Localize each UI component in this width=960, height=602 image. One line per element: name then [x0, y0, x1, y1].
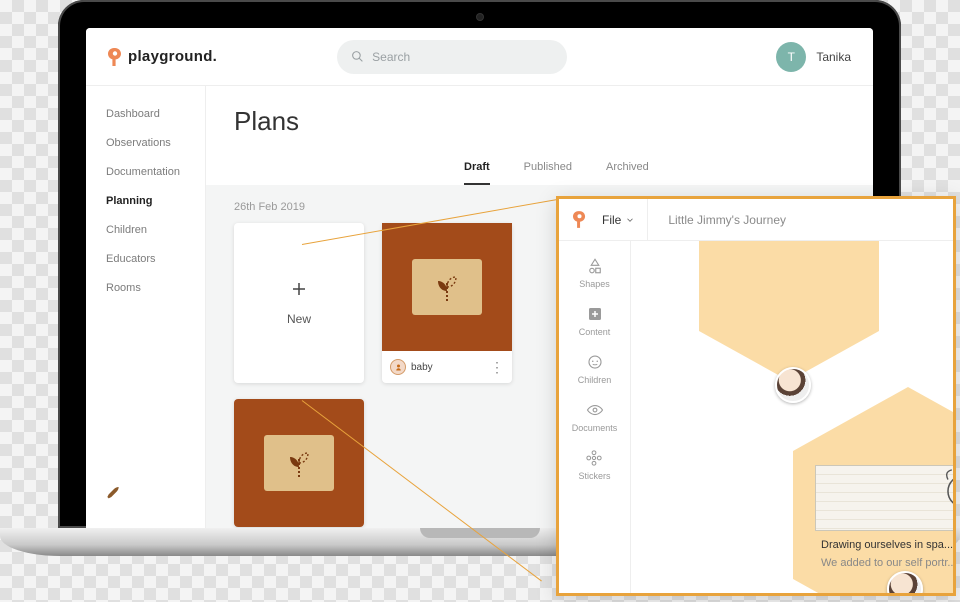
- search-input[interactable]: Search: [337, 40, 567, 74]
- brand-logo[interactable]: playground.: [108, 48, 217, 66]
- file-menu-label: File: [602, 213, 621, 227]
- plan-thumbnail: [234, 399, 364, 527]
- new-plan-card[interactable]: New: [234, 223, 364, 383]
- sidebar-item-planning[interactable]: Planning: [106, 195, 205, 207]
- shapes-icon: [586, 257, 604, 275]
- eye-icon: [586, 401, 604, 419]
- tool-label: Children: [578, 375, 612, 385]
- editor-toolbar: Shapes Content Children Documents Sticke…: [559, 241, 631, 593]
- room-badge-icon: [390, 359, 406, 375]
- tool-children[interactable]: Children: [578, 353, 612, 385]
- sidebar-item-documentation[interactable]: Documentation: [106, 166, 205, 178]
- child-avatar[interactable]: [775, 367, 811, 403]
- user-name: Tanika: [816, 50, 851, 64]
- tool-label: Shapes: [579, 279, 610, 289]
- tool-label: Stickers: [578, 471, 610, 481]
- plan-card[interactable]: baby ⋮: [382, 223, 512, 383]
- laptop-notch: [420, 528, 540, 538]
- plan-thumbnail: [382, 223, 512, 351]
- child-icon: [586, 353, 604, 371]
- flower-icon: [585, 449, 603, 467]
- sidebar-item-educators[interactable]: Educators: [106, 253, 205, 265]
- plan-room-label: baby: [411, 362, 433, 373]
- playground-logo-icon: [108, 48, 122, 66]
- hex-caption-sub: We added to our self portr...: [821, 557, 953, 569]
- sidebar-item-rooms[interactable]: Rooms: [106, 282, 205, 294]
- tool-label: Content: [579, 327, 611, 337]
- canvas-hexagon[interactable]: Drawing ourselves in spa... We added to …: [793, 387, 953, 593]
- new-plan-label: New: [287, 312, 311, 326]
- plan-editor-popout: File Little Jimmy's Journey Shapes Conte…: [556, 196, 956, 596]
- chevron-down-icon: [625, 215, 635, 225]
- search-icon: [351, 50, 364, 63]
- tool-content[interactable]: Content: [579, 305, 611, 337]
- tabs: Draft Published Archived: [464, 161, 845, 185]
- sidebar: Dashboard Observations Documentation Pla…: [86, 86, 206, 528]
- tab-archived[interactable]: Archived: [606, 161, 649, 185]
- plus-icon: [290, 280, 308, 298]
- sidebar-item-dashboard[interactable]: Dashboard: [106, 108, 205, 120]
- tab-draft[interactable]: Draft: [464, 161, 490, 185]
- brand-name: playground.: [128, 48, 217, 65]
- editor-canvas[interactable]: Drawing ourselves in spa... We added to …: [631, 241, 953, 593]
- plan-menu-button[interactable]: ⋮: [490, 359, 504, 376]
- camera-dot: [477, 14, 483, 20]
- file-menu[interactable]: File: [602, 199, 648, 241]
- tab-published[interactable]: Published: [524, 161, 572, 185]
- user-menu[interactable]: T Tanika: [776, 42, 851, 72]
- tool-label: Documents: [572, 423, 618, 433]
- editor-header: File Little Jimmy's Journey: [559, 199, 953, 241]
- playground-logo-icon: [573, 211, 586, 228]
- tool-stickers[interactable]: Stickers: [578, 449, 610, 481]
- hex-caption-title: Drawing ourselves in spa...: [821, 539, 953, 551]
- plus-square-icon: [586, 305, 604, 323]
- drawing-image: [815, 465, 953, 531]
- tool-documents[interactable]: Documents: [572, 401, 618, 433]
- sidebar-item-observations[interactable]: Observations: [106, 137, 205, 149]
- leaf-icon: [427, 269, 467, 305]
- editor-doc-title[interactable]: Little Jimmy's Journey: [668, 213, 786, 227]
- plan-card[interactable]: [234, 399, 364, 527]
- app-header: playground. Search T Tanika: [86, 28, 873, 86]
- leaf-icon: [279, 445, 319, 481]
- rocket-icon[interactable]: [106, 485, 205, 504]
- search-placeholder: Search: [372, 50, 410, 64]
- avatar: T: [776, 42, 806, 72]
- page-title: Plans: [234, 106, 845, 137]
- canvas-hexagon[interactable]: [699, 241, 879, 381]
- tool-shapes[interactable]: Shapes: [579, 257, 610, 289]
- sidebar-item-children[interactable]: Children: [106, 224, 205, 236]
